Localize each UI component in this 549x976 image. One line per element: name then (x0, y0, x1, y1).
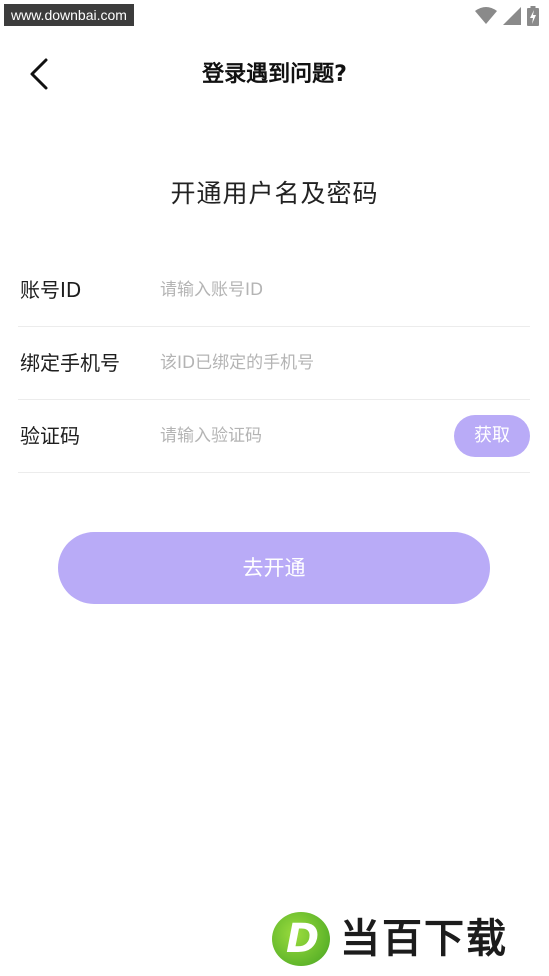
section-title: 开通用户名及密码 (170, 179, 379, 208)
brand-mark-letter: D (286, 916, 320, 962)
wifi-icon (475, 7, 497, 24)
verification-code-row: 验证码 获取 (18, 400, 530, 473)
status-icons (475, 6, 539, 26)
phone-input[interactable] (160, 347, 440, 379)
brand-logo: D 当百下载 (268, 906, 548, 972)
verification-code-input[interactable] (160, 420, 440, 452)
header: 登录遇到问题? (0, 40, 549, 104)
brand-mark-icon: D (272, 912, 330, 966)
status-bar: www.downbai.com (0, 0, 549, 30)
signal-icon (503, 7, 521, 25)
battery-charging-icon (527, 6, 539, 26)
page-title: 登录遇到问题? (202, 62, 347, 87)
watermark-url: www.downbai.com (4, 4, 134, 26)
brand-text: 当百下载 (340, 916, 508, 962)
phone-row: 绑定手机号 (18, 327, 530, 400)
account-id-input[interactable] (160, 274, 440, 306)
activate-button[interactable]: 去开通 (58, 532, 490, 604)
account-id-row: 账号ID (18, 254, 530, 327)
account-id-label: 账号ID (20, 278, 82, 302)
phone-label: 绑定手机号 (20, 351, 120, 375)
get-code-button[interactable]: 获取 (454, 415, 530, 457)
activation-form: 账号ID 绑定手机号 验证码 获取 (18, 254, 530, 473)
verification-code-label: 验证码 (20, 424, 80, 448)
